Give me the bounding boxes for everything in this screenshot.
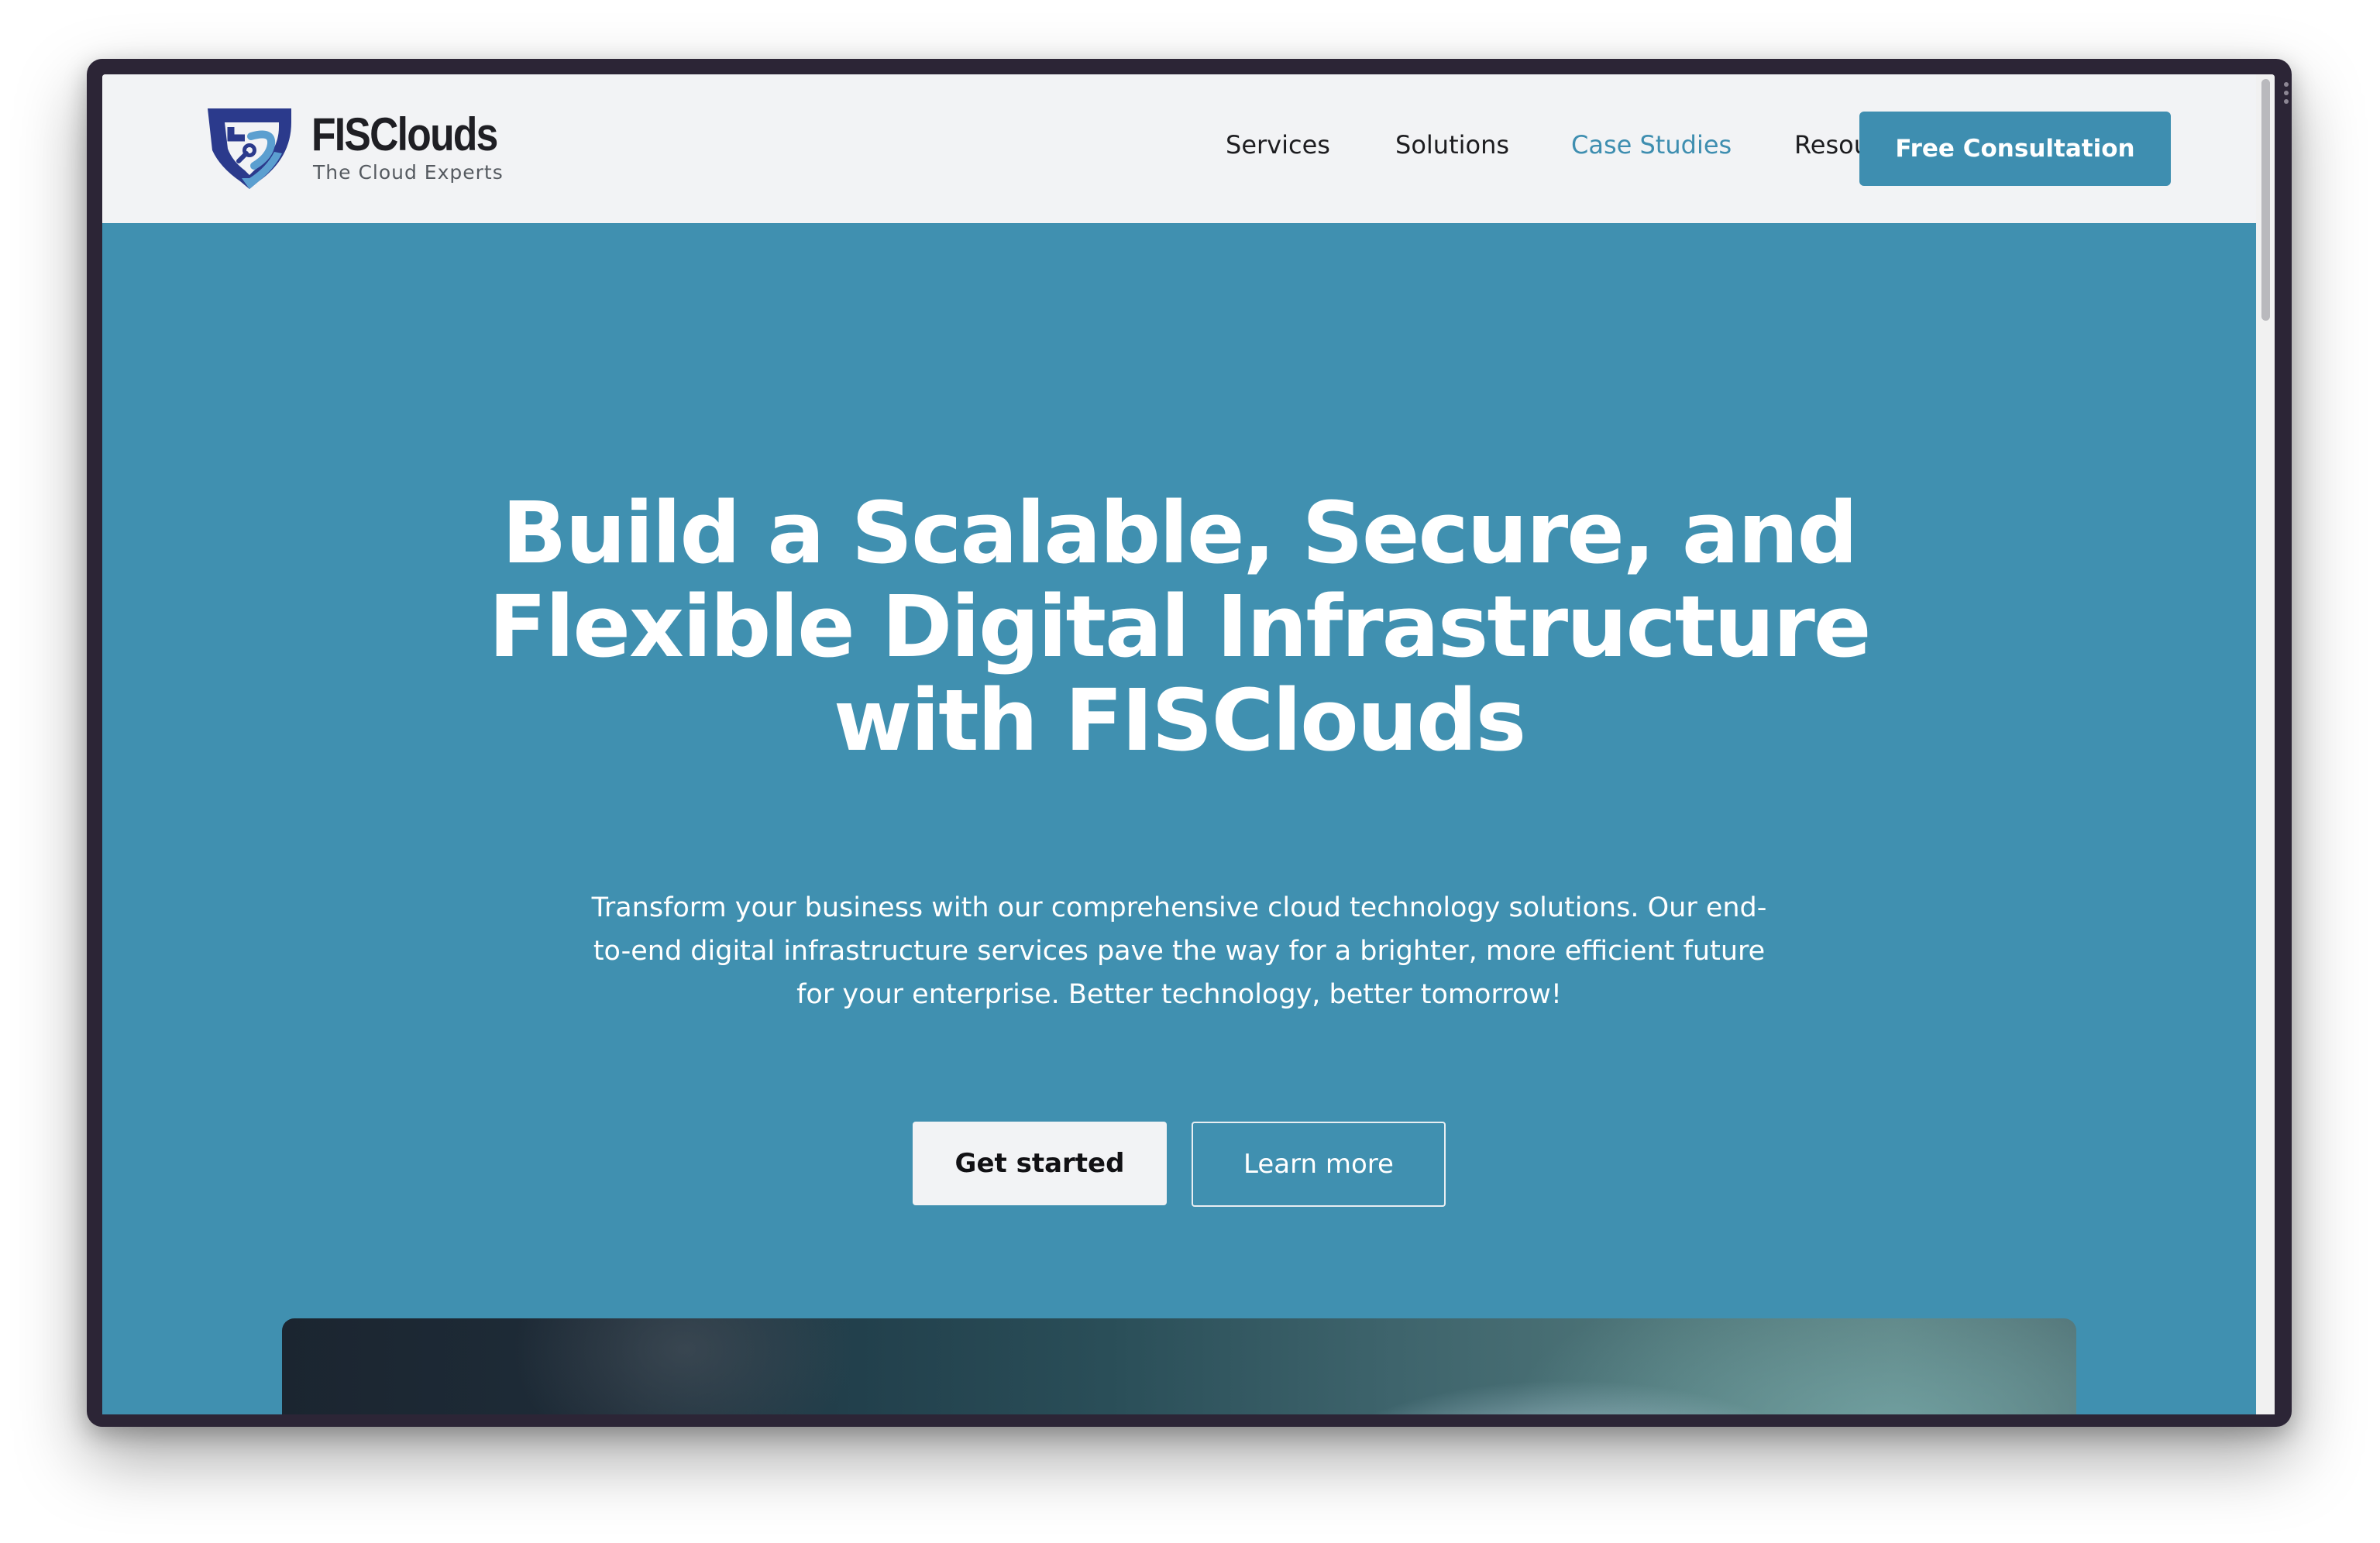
- learn-more-button[interactable]: Learn more: [1192, 1122, 1446, 1207]
- nav-item-services[interactable]: Services: [1226, 130, 1330, 160]
- nav-item-case-studies[interactable]: Case Studies: [1571, 130, 1732, 160]
- hero-section: Build a Scalable, Secure, and Flexible D…: [102, 223, 2256, 1414]
- page-viewport: FISClouds The Cloud Experts Services Sol…: [102, 74, 2275, 1414]
- hero-subtitle: Transform your business with our compreh…: [591, 892, 1767, 1010]
- window-handle-dots[interactable]: [2284, 82, 2290, 110]
- free-consultation-button[interactable]: Free Consultation: [1859, 112, 2171, 186]
- nav-item-solutions[interactable]: Solutions: [1395, 130, 1509, 160]
- hero-title: Build a Scalable, Secure, and Flexible D…: [488, 483, 1872, 770]
- main-nav: Services Solutions Case Studies Resource…: [102, 74, 2256, 223]
- site-header: FISClouds The Cloud Experts Services Sol…: [102, 74, 2256, 223]
- browser-window: FISClouds The Cloud Experts Services Sol…: [87, 59, 2292, 1427]
- scrollbar-thumb[interactable]: [2261, 79, 2270, 321]
- page-scrollbar[interactable]: [2256, 74, 2275, 1414]
- screenshot-stage: FISClouds The Cloud Experts Services Sol…: [0, 0, 2380, 1543]
- get-started-button[interactable]: Get started: [913, 1122, 1167, 1205]
- hero-image: [282, 1318, 2076, 1414]
